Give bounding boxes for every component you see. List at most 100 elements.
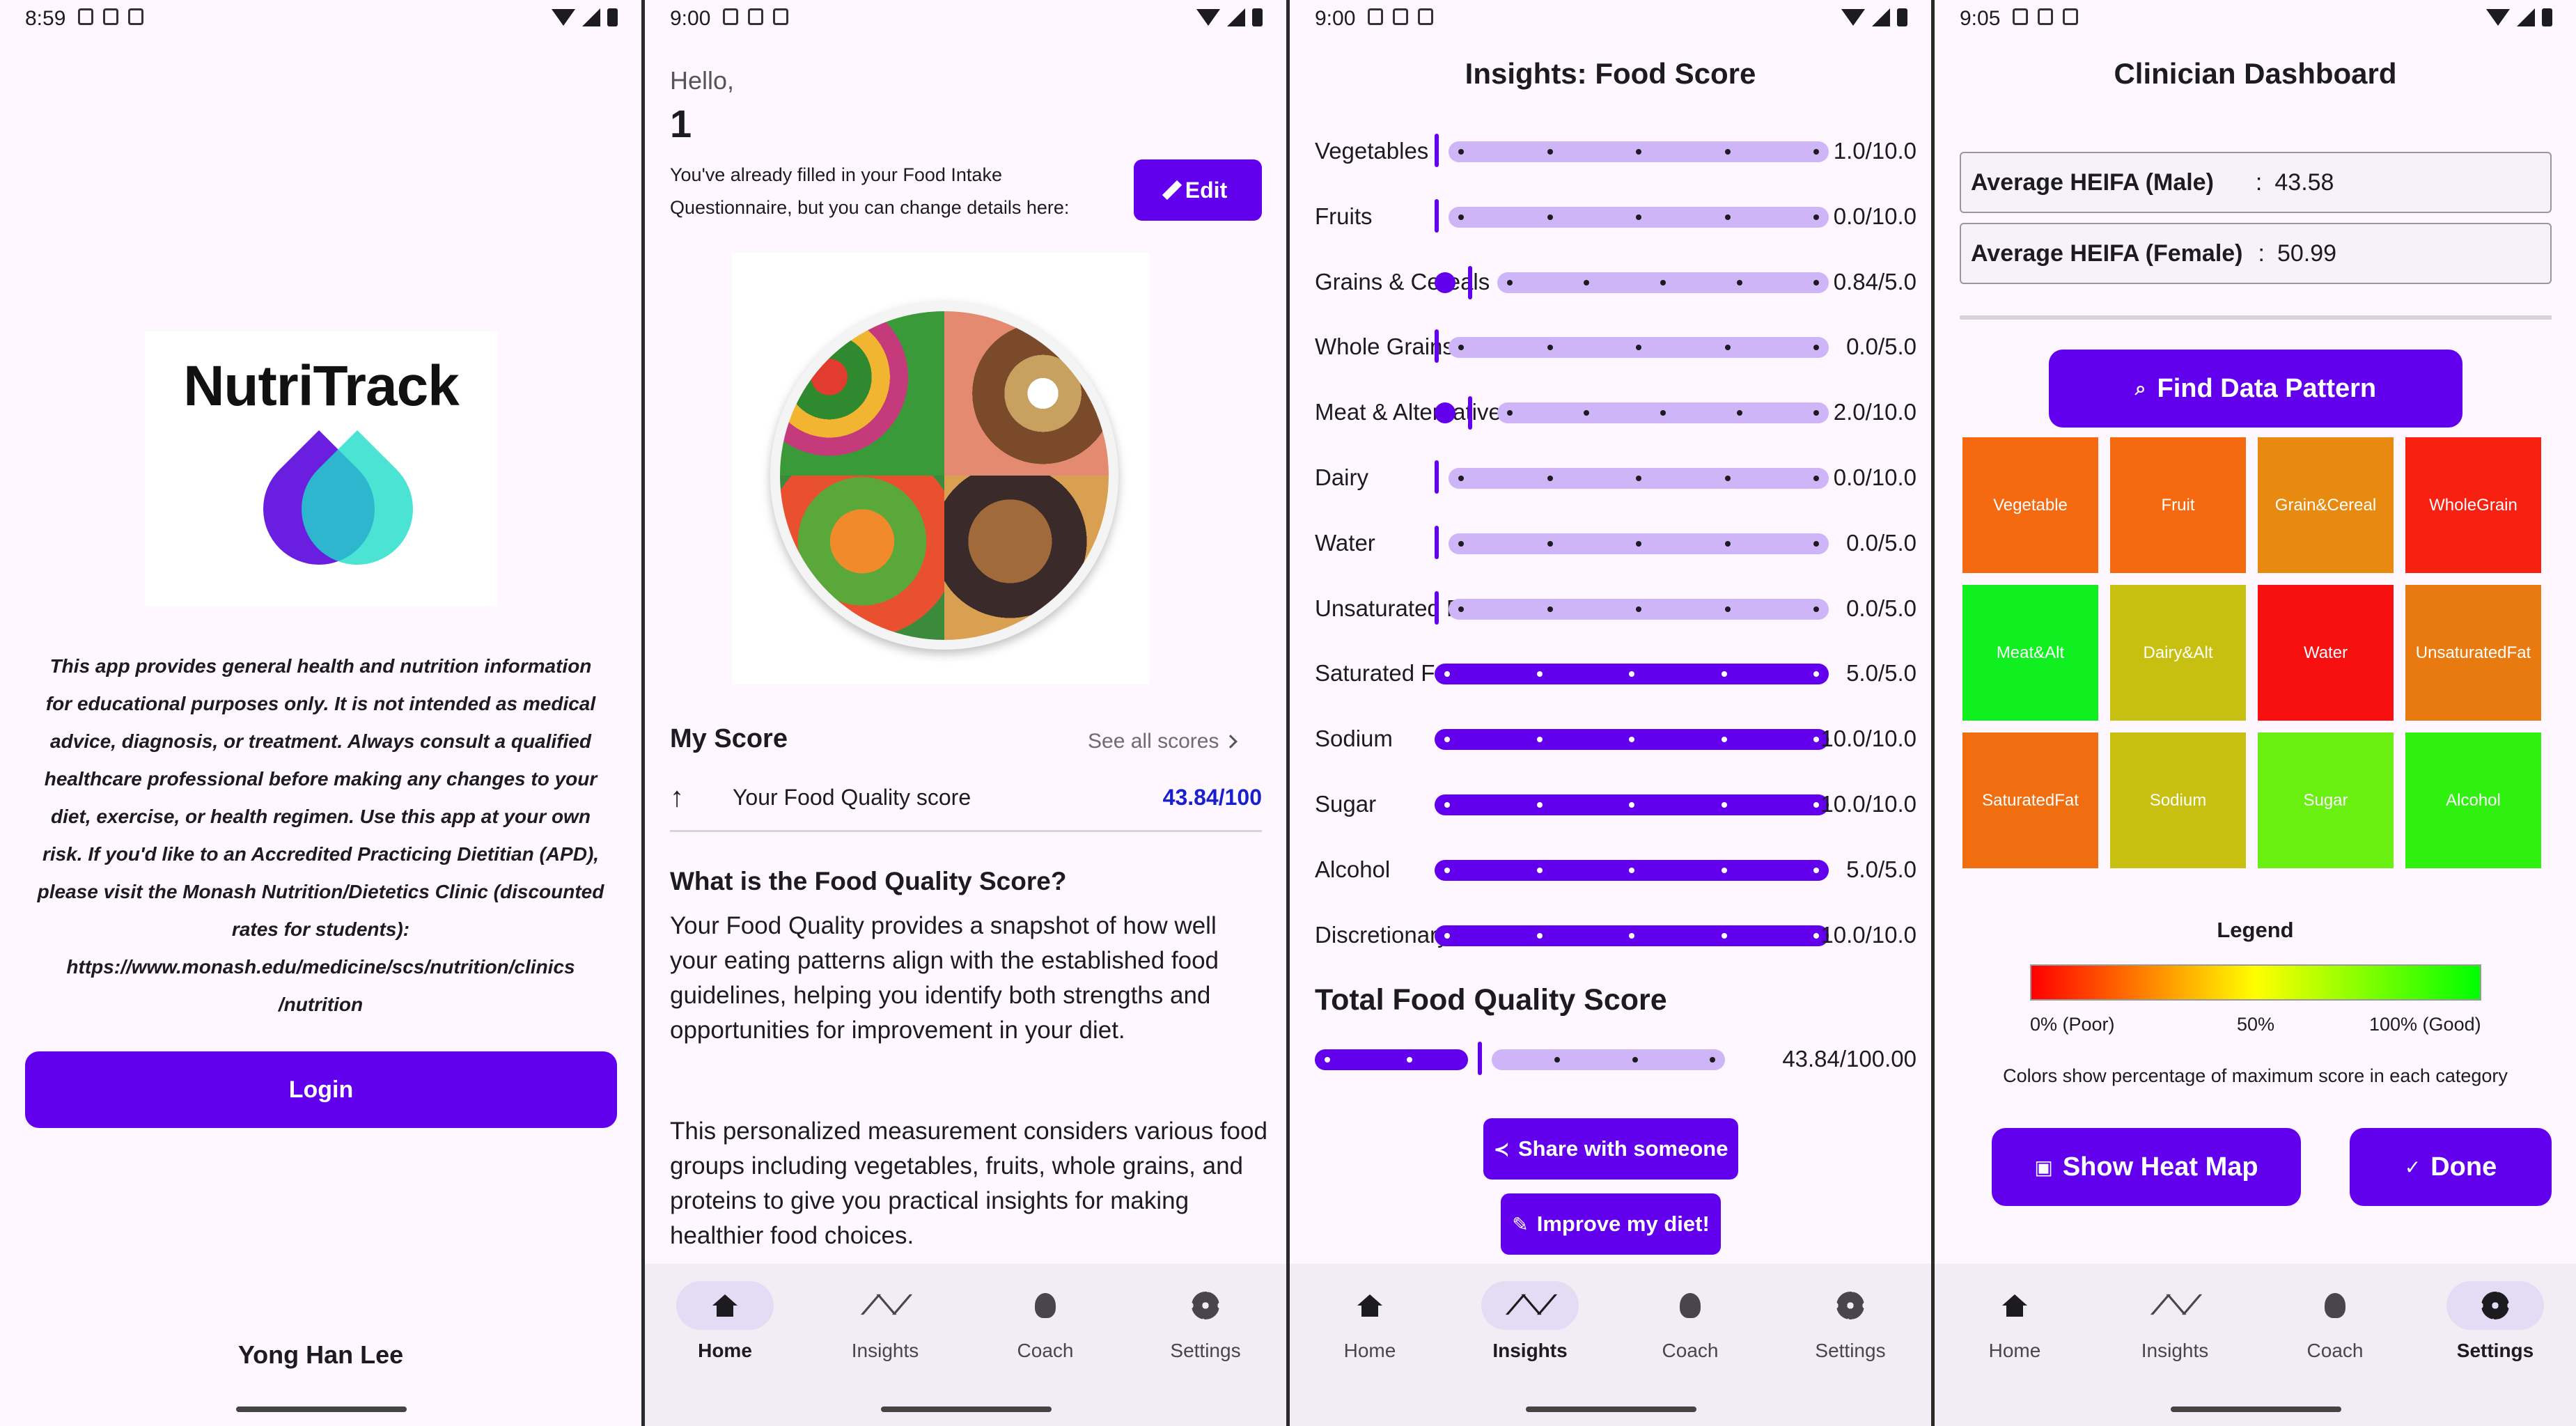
welcome-screen: 8:59 NutriTrack This app provides genera… — [0, 0, 641, 1426]
nav-settings-label: Settings — [1815, 1340, 1886, 1361]
slider-track-inactive — [1449, 598, 1829, 620]
score-row: Fruits 0.0/10.0 — [1315, 195, 1917, 237]
avg-female-colon: : — [2258, 240, 2265, 267]
status-bar: 9:00 — [1290, 0, 1931, 38]
nav-settings[interactable]: Settings — [2415, 1281, 2575, 1362]
score-row: Sugar 10.0/10.0 — [1315, 783, 1917, 824]
score-value: 5.0/5.0 — [1846, 856, 1917, 882]
notification-icons — [78, 8, 143, 25]
image-icon: ▣ — [2034, 1156, 2053, 1178]
wifi-icon — [1196, 9, 1220, 26]
slider-track-inactive — [1449, 468, 1829, 489]
what-is-title: What is the Food Quality Score? — [670, 867, 1067, 895]
find-data-pattern-button[interactable]: ⌕ Find Data Pattern — [2049, 350, 2462, 428]
gesture-bar[interactable] — [1525, 1407, 1696, 1412]
gear-icon — [2481, 1292, 2509, 1319]
avg-heifa-female-field: Average HEIFA (Female) : 50.99 — [1960, 223, 2552, 284]
nav-home[interactable]: Home — [645, 1281, 805, 1362]
gesture-bar[interactable] — [235, 1407, 407, 1412]
wrench-icon: ✎ — [1512, 1213, 1529, 1235]
status-bar: 9:05 — [1935, 0, 2576, 38]
nav-settings[interactable]: Settings — [1770, 1281, 1930, 1362]
slider-thumb[interactable] — [1435, 525, 1439, 559]
share-label: Share with someone — [1518, 1136, 1728, 1161]
score-label: Vegetables — [1315, 138, 1429, 164]
slider-track-inactive — [1449, 141, 1829, 162]
total-slider-thumb[interactable] — [1478, 1042, 1482, 1075]
nav-home[interactable]: Home — [1935, 1281, 2095, 1362]
share-button[interactable]: ≺ Share with someone — [1483, 1118, 1738, 1180]
score-row: Whole Grains 0.0/5.0 — [1315, 325, 1917, 367]
nav-insights-label: Insights — [2141, 1340, 2209, 1361]
score-label: Sodium — [1315, 726, 1393, 752]
slider-track-active — [1435, 925, 1829, 946]
improve-label: Improve my diet! — [1536, 1212, 1710, 1236]
avg-male-value: 43.58 — [2274, 169, 2334, 196]
slider-thumb[interactable] — [1435, 134, 1439, 167]
heatmap-cell: Alcohol — [2405, 732, 2541, 868]
battery-icon — [2542, 8, 2552, 26]
score-label: Alcohol — [1315, 856, 1391, 882]
score-row: Saturated Fats 5.0/5.0 — [1315, 652, 1917, 694]
home-icon — [712, 1294, 737, 1317]
gear-icon — [1836, 1292, 1864, 1319]
nav-coach-label: Coach — [1017, 1340, 1074, 1361]
score-value: 2.0/10.0 — [1833, 399, 1917, 425]
slider-thumb[interactable] — [1435, 590, 1439, 625]
nav-insights[interactable]: ⟋⟍⟋ Insights — [1450, 1281, 1610, 1362]
score-value: 43.84/100 — [1162, 785, 1262, 810]
heatmap-cell: Meat&Alt — [1962, 585, 2098, 721]
slider-thumb[interactable] — [1435, 265, 1473, 299]
login-button[interactable]: Login — [25, 1051, 617, 1128]
heatmap-cell: Dairy&Alt — [2110, 585, 2246, 721]
done-button[interactable]: ✓ Done — [2350, 1128, 2552, 1206]
system-icons — [1841, 8, 1907, 26]
nav-home[interactable]: Home — [1290, 1281, 1450, 1362]
avg-male-colon: : — [2255, 169, 2263, 196]
edit-button[interactable]: Edit — [1134, 159, 1262, 221]
signal-icon — [582, 8, 600, 26]
nav-coach-label: Coach — [2306, 1340, 2364, 1361]
coach-icon — [1680, 1293, 1701, 1318]
heat-map-label: Show Heat Map — [2062, 1152, 2258, 1182]
food-plate-image — [732, 253, 1150, 684]
score-row: Alcohol 5.0/5.0 — [1315, 848, 1917, 890]
score-label: Fruits — [1315, 203, 1373, 229]
score-value: 0.84/5.0 — [1833, 268, 1917, 295]
nav-settings[interactable]: Settings — [1125, 1281, 1286, 1362]
food-quality-score-row: ↑ Your Food Quality score 43.84/100 — [670, 776, 1262, 832]
chevron-right-icon — [1224, 735, 1238, 749]
slider-thumb[interactable] — [1435, 198, 1439, 233]
what-is-paragraph-1: Your Food Quality provides a snapshot of… — [670, 912, 1219, 1044]
nav-insights[interactable]: ⟋⟍⟋ Insights — [805, 1281, 965, 1362]
slider-thumb[interactable] — [1435, 396, 1473, 430]
nav-home-label: Home — [1988, 1340, 2041, 1361]
legend-note: Colors show percentage of maximum score … — [2003, 1065, 2508, 1086]
see-all-scores-link[interactable]: See all scores — [1088, 730, 1238, 753]
home-icon — [1357, 1294, 1382, 1317]
nav-settings-label: Settings — [2456, 1340, 2534, 1361]
find-label: Find Data Pattern — [2157, 373, 2377, 403]
score-label: Dairy — [1315, 464, 1369, 490]
total-slider-active — [1315, 1049, 1468, 1070]
gesture-bar[interactable] — [2170, 1407, 2341, 1412]
slider-thumb[interactable] — [1435, 460, 1439, 494]
insights-icon: ⟋⟍⟋ — [1506, 1290, 1556, 1320]
improve-diet-button[interactable]: ✎ Improve my diet! — [1501, 1193, 1721, 1255]
insights-screen: 9:00 Insights: Food Score Vegetables 1.0/… — [1290, 0, 1931, 1426]
heatmap-cell: UnsaturatedFat — [2405, 585, 2541, 721]
heatmap-cell: WholeGrain — [2405, 437, 2541, 573]
slider-track-active — [1435, 729, 1829, 751]
show-heat-map-button[interactable]: ▣ Show Heat Map — [1992, 1128, 2301, 1206]
legend-gradient — [2030, 964, 2481, 1001]
status-time: 9:00 — [670, 7, 711, 30]
nav-coach[interactable]: Coach — [1610, 1281, 1770, 1362]
nav-coach[interactable]: Coach — [965, 1281, 1125, 1362]
gesture-bar[interactable] — [880, 1407, 1052, 1412]
nav-insights[interactable]: ⟋⟍⟋ Insights — [2095, 1281, 2255, 1362]
score-value: 5.0/5.0 — [1846, 660, 1917, 687]
nav-coach[interactable]: Coach — [2255, 1281, 2415, 1362]
legend-poor: 0% (Poor) — [2030, 1014, 2115, 1035]
slider-thumb[interactable] — [1435, 329, 1439, 363]
signal-icon — [2517, 8, 2535, 26]
